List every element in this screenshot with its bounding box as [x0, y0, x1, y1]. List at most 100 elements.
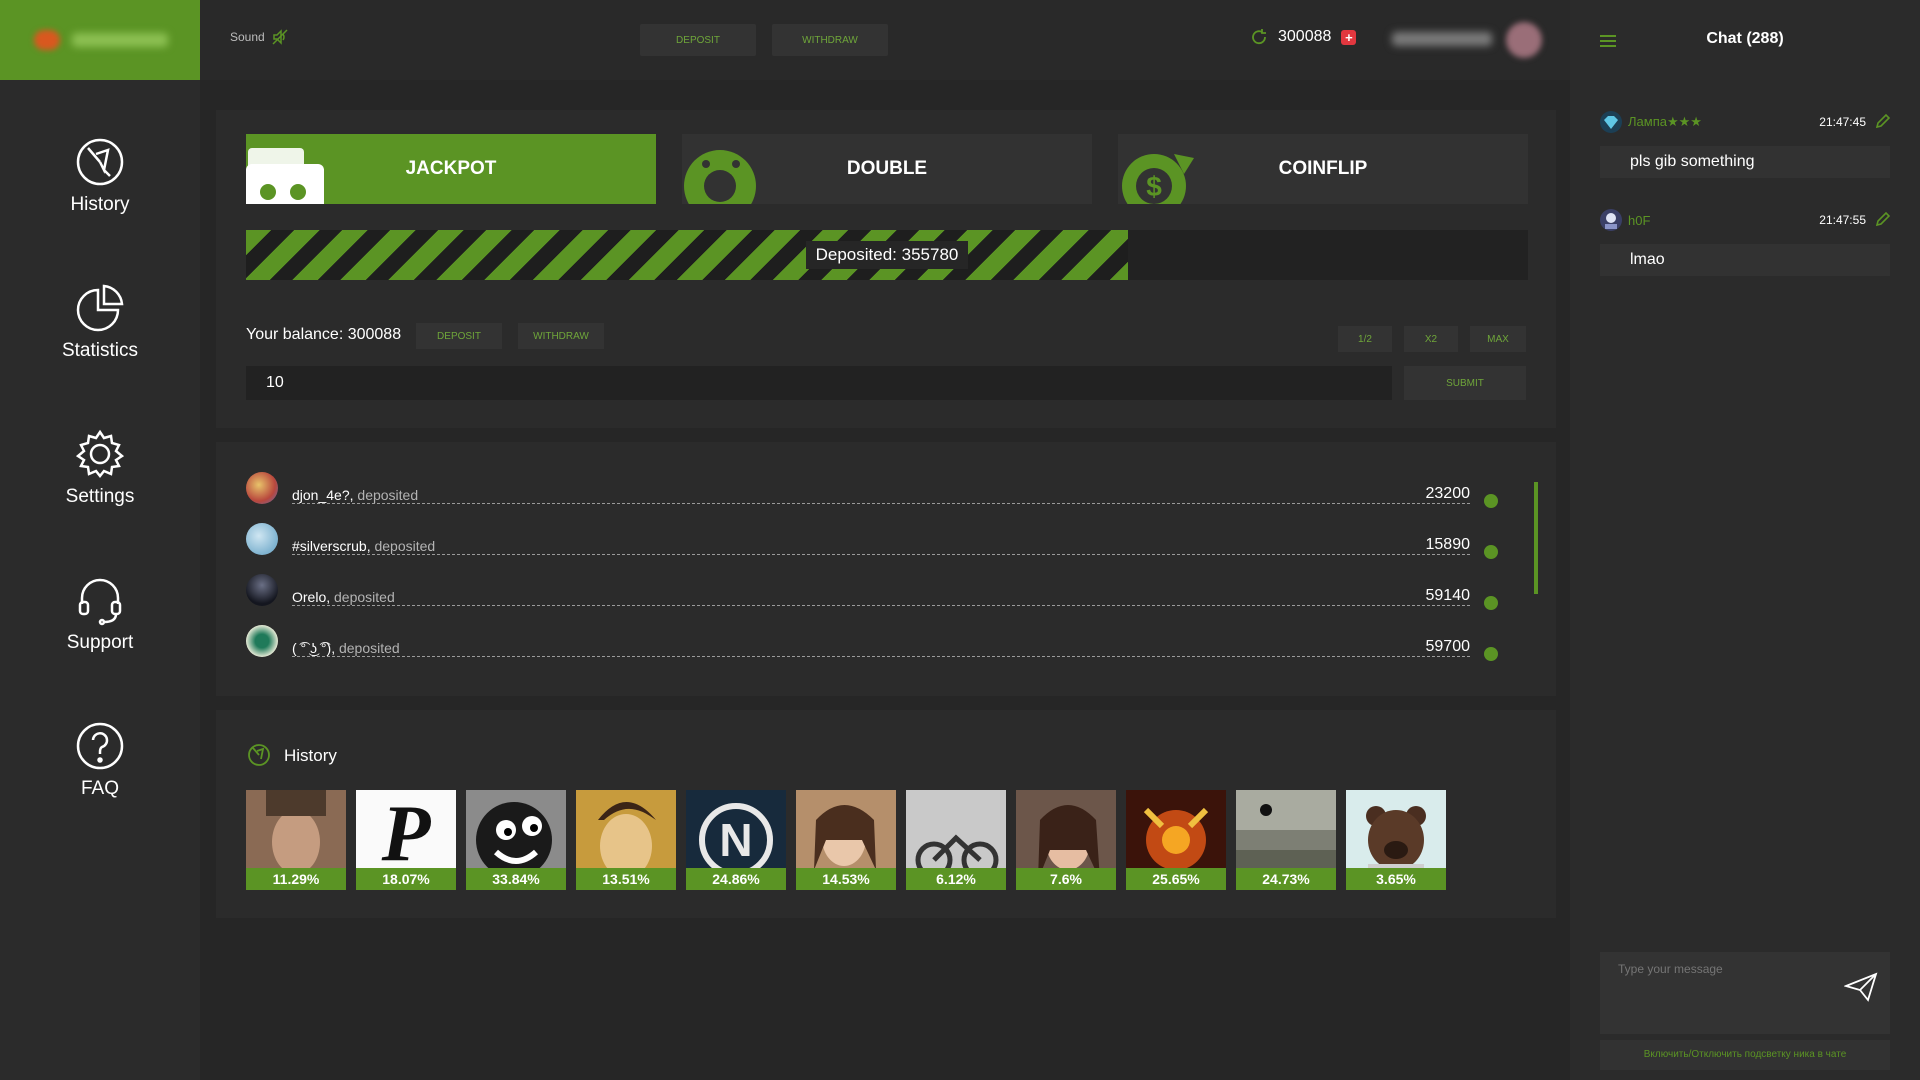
status-dot [1484, 545, 1498, 559]
deposit-amount: 59700 [1425, 638, 1471, 655]
deposit-line: ( ͡° ͜ʖ ͡°), deposited 59700 [292, 638, 1471, 657]
chat-message-text: pls gib something [1600, 146, 1890, 178]
sound-off-icon [272, 29, 288, 45]
diamond-avatar-icon[interactable] [1600, 111, 1622, 133]
double-bet-button[interactable]: x2 [1404, 326, 1458, 352]
balance-value: 300088 [1278, 28, 1332, 45]
logo-mark [34, 30, 60, 50]
deposit-amount: 59140 [1425, 587, 1471, 604]
depositor-name[interactable]: #silverscrub, [292, 538, 371, 554]
sidebar-item-faq[interactable]: FAQ [0, 720, 200, 800]
bet-amount-input[interactable] [246, 366, 1392, 400]
send-icon[interactable] [1844, 972, 1878, 1002]
chat-title: Chat (288) [1706, 30, 1784, 47]
depositor-name[interactable]: djon_4e?, [292, 487, 354, 503]
history-card[interactable]: 3.65% [1346, 790, 1446, 890]
win-chance: 24.86% [686, 868, 786, 890]
deposits-scrollbar[interactable] [1534, 482, 1538, 594]
deposited-total: Deposited: 355780 [805, 241, 969, 269]
depositor-name[interactable]: Orelo, [292, 589, 330, 605]
win-chance: 6.12% [906, 868, 1006, 890]
submit-button[interactable]: SUBMIT [1404, 366, 1526, 400]
coin-dollar-icon: $ [1122, 154, 1194, 204]
withdraw-button[interactable]: WITHDRAW [518, 323, 604, 349]
tab-label: JACKPOT [405, 158, 497, 179]
avatar[interactable] [246, 472, 278, 504]
balance-display: 300088 + [1250, 28, 1357, 46]
top-deposit-button[interactable]: DEPOSIT [640, 24, 756, 56]
svg-text:N: N [719, 814, 752, 866]
win-chance: 18.07% [356, 868, 456, 890]
top-bar: Sound DEPOSIT WITHDRAW 300088 + [200, 0, 1570, 80]
pencil-icon[interactable] [1874, 212, 1890, 228]
tab-jackpot[interactable]: JACKPOT [246, 134, 656, 204]
win-chance: 11.29% [246, 868, 346, 890]
list-item: #silverscrub, deposited 15890 [246, 523, 1506, 563]
status-dot [1484, 647, 1498, 661]
deposit-amount: 23200 [1425, 485, 1471, 502]
deposits-panel: djon_4e?, deposited 23200 #silverscrub, … [216, 442, 1556, 696]
win-chance: 14.53% [796, 868, 896, 890]
history-card[interactable]: 7.6% [1016, 790, 1116, 890]
chat-message-header: Лампа★★★ 21:47:45 [1600, 110, 1890, 134]
max-bet-button[interactable]: MAX [1470, 326, 1526, 352]
refresh-icon[interactable] [1250, 28, 1268, 46]
chat-message-text: lmao [1600, 244, 1890, 276]
status-dot [1484, 596, 1498, 610]
history-card[interactable]: 6.12% [906, 790, 1006, 890]
deposit-verb: deposited [338, 640, 400, 656]
win-chance: 7.6% [1016, 868, 1116, 890]
history-card[interactable]: 25.65% [1126, 790, 1226, 890]
username-blurred[interactable] [1392, 32, 1492, 46]
history-card[interactable]: 14.53% [796, 790, 896, 890]
history-card[interactable]: 33.84% [466, 790, 566, 890]
win-chance: 13.51% [576, 868, 676, 890]
history-title: History [284, 746, 337, 765]
deposit-line: #silverscrub, deposited 15890 [292, 536, 1471, 555]
tab-label: COINFLIP [1278, 158, 1368, 179]
history-icon [76, 138, 124, 186]
sidebar-item-statistics[interactable]: Statistics [0, 282, 200, 362]
jackpot-icon [246, 148, 324, 204]
nick-highlight-toggle[interactable]: Включить/Отключить подсветку ника в чате [1600, 1040, 1890, 1070]
half-bet-button[interactable]: 1/2 [1338, 326, 1392, 352]
sidebar-item-settings[interactable]: Settings [0, 428, 200, 508]
deposit-amount: 15890 [1425, 536, 1471, 553]
sound-toggle[interactable]: Sound [230, 28, 289, 46]
user-avatar[interactable] [1506, 22, 1542, 58]
tab-double[interactable]: DOUBLE [682, 134, 1092, 204]
headset-icon [78, 578, 122, 626]
sidebar-item-support[interactable]: Support [0, 574, 200, 654]
robot-avatar-icon[interactable] [1600, 209, 1622, 231]
list-item: djon_4e?, deposited 23200 [246, 472, 1506, 512]
win-chance: 25.65% [1126, 868, 1226, 890]
history-card[interactable]: N 24.86% [686, 790, 786, 890]
pencil-icon[interactable] [1874, 114, 1890, 130]
list-item: Orelo, deposited 59140 [246, 574, 1506, 614]
history-card[interactable]: 11.29% [246, 790, 346, 890]
jackpot-panel: JACKPOT DOUBLE $ COINFLIP Deposited: 355… [216, 110, 1556, 428]
sidebar-item-history[interactable]: History [0, 136, 200, 216]
win-chance: 24.73% [1236, 868, 1336, 890]
sidebar-item-label: Support [66, 632, 134, 653]
tab-coinflip[interactable]: $ COINFLIP [1118, 134, 1528, 204]
history-card[interactable]: 13.51% [576, 790, 676, 890]
chat-username[interactable]: Лампа★★★ [1628, 114, 1702, 130]
add-funds-button[interactable]: + [1341, 29, 1357, 45]
your-balance: Your balance: 300088 [246, 326, 402, 343]
question-icon [76, 722, 124, 770]
top-withdraw-button[interactable]: WITHDRAW [772, 24, 888, 56]
avatar[interactable] [246, 523, 278, 555]
chat-username[interactable]: h0F [1628, 213, 1650, 228]
logo-text-blurred [72, 33, 168, 47]
history-card[interactable]: P 18.07% [356, 790, 456, 890]
history-card[interactable]: 24.73% [1236, 790, 1336, 890]
chat-message-input[interactable] [1618, 962, 1848, 1022]
progress-text-wrap: Deposited: 355780 [246, 230, 1528, 280]
site-logo[interactable] [0, 0, 200, 80]
win-chance: 33.84% [466, 868, 566, 890]
avatar[interactable] [246, 574, 278, 606]
avatar[interactable] [246, 625, 278, 657]
depositor-name[interactable]: ( ͡° ͜ʖ ͡°), [292, 640, 335, 656]
deposit-button[interactable]: DEPOSIT [416, 323, 502, 349]
